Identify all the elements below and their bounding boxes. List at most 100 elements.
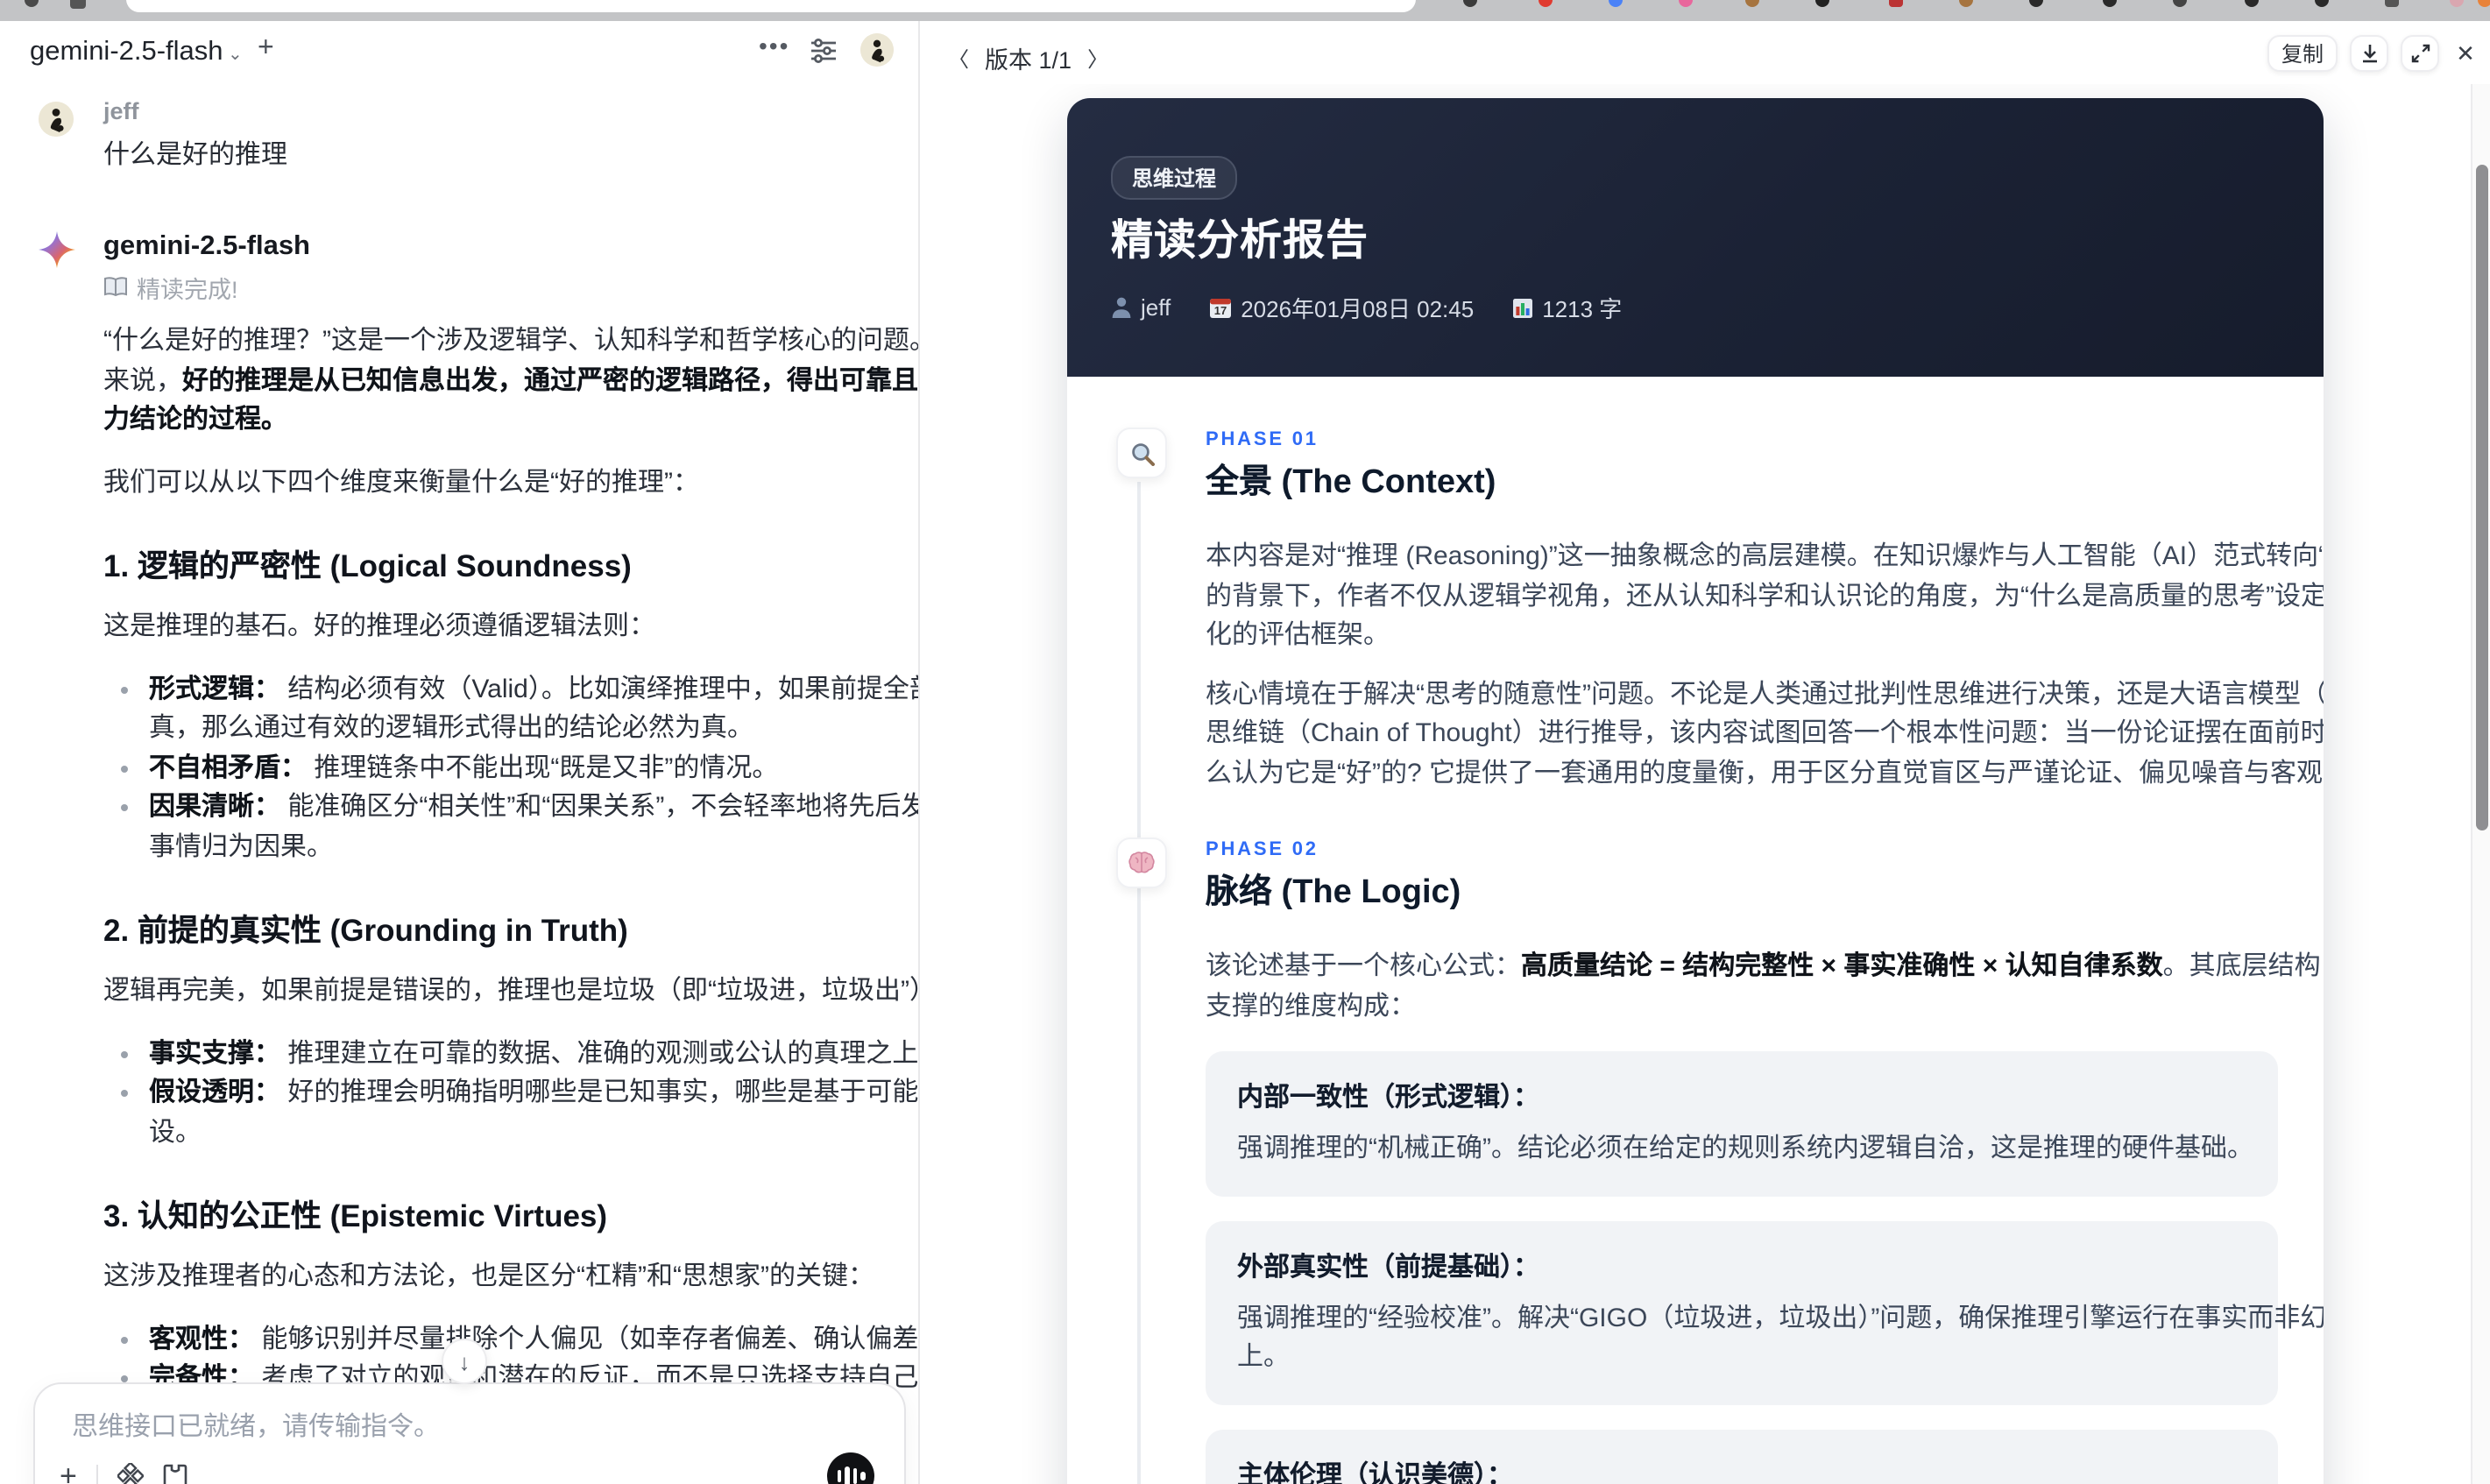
copy-button[interactable]: 复制	[2267, 35, 2338, 72]
dimension-card: 外部真实性（前提基础）： 强调推理的“经验校准”。解决“GIGO（垃圾进，垃圾出）…	[1206, 1220, 2324, 1404]
chat-header: gemini-2.5-flash ⌄ + •••	[0, 21, 918, 84]
report-document: 思维过程 精读分析报告 jeff 17 2026年01月08日 02:45 12…	[1067, 98, 2324, 1484]
list-item: 客观性： 能够识别并尽量排除个人偏见（如幸存者偏差、确认偏差）。	[103, 1320, 918, 1360]
chevron-down-icon[interactable]: ⌄	[228, 46, 243, 65]
extension-icon[interactable]	[1679, 0, 1693, 7]
preview-panel: 〈 版本 1/1 〉 复制 ✕ 思维过程 精读分析报告 jeff 17 2026…	[920, 21, 2490, 1484]
report-title: 精读分析报告	[1111, 217, 1369, 265]
browser-icon[interactable]	[25, 0, 39, 7]
text-line: 力结论的过程。	[103, 405, 288, 435]
user-message: jeff 什么是好的推理	[30, 98, 916, 172]
text-line: 事实支撑： 推理建立在可靠的数据、准确的观测或公认的真理之上。	[149, 1038, 920, 1068]
assistant-status: 精读完成!	[103, 270, 916, 305]
user-message-text: 什么是好的推理	[103, 140, 288, 170]
skills-icon[interactable]	[117, 1463, 144, 1484]
user-name: jeff	[103, 98, 139, 124]
section-heading: 3. 认知的公正性 (Epistemic Virtues)	[103, 1198, 608, 1233]
list-item: 形式逻辑： 结构必须有效（Valid）。比如演绎推理中，如果前提全部为 真，那么通…	[103, 670, 920, 749]
user-avatar[interactable]	[860, 33, 894, 67]
report-phase: PHASE 02 脉络 (The Logic) 该论述基于一个核心公式：高质量结论 …	[1116, 837, 2324, 1484]
text-line: 该论述基于一个核心公式：高质量结论 = 结构完整性 × 事实准确性 × 认知自律…	[1206, 951, 2324, 981]
address-bar[interactable]	[126, 0, 1416, 12]
version-pager: 〈 版本 1/1 〉	[948, 40, 1108, 75]
report-meta: jeff 17 2026年01月08日 02:45 1213 字	[1111, 291, 1622, 324]
scrollbar-track[interactable]	[2471, 77, 2490, 1484]
extension-icon[interactable]	[1609, 0, 1623, 7]
list-item: 因果清晰： 能准确区分“相关性”和“因果关系”，不会轻率地将先后发生的 事情归为因…	[103, 788, 918, 867]
text-line: 化的评估框架。	[1206, 620, 1390, 650]
chat-input[interactable]: 思维接口已就绪，请传输指令。	[72, 1407, 440, 1444]
extension-icon[interactable]	[2103, 0, 2117, 7]
person-icon	[1112, 297, 1131, 318]
brain-icon	[1116, 837, 1167, 888]
paragraph: “什么是好的推理？”这是一个涉及逻辑学、认知科学和哲学核心的问题。简单 来说，好的…	[103, 322, 920, 441]
model-selector[interactable]: gemini-2.5-flash	[30, 37, 223, 68]
chat-input-panel[interactable]: 思维接口已就绪，请传输指令。 +	[33, 1382, 906, 1484]
phase-timeline	[1137, 482, 1140, 1484]
close-button[interactable]: ✕	[2451, 37, 2479, 70]
voice-input-button[interactable]	[827, 1452, 874, 1484]
next-version-button[interactable]: 〉	[1087, 43, 1108, 73]
report-body: PHASE 01 全景 (The Context) 本内容是对“推理 (Reason…	[1067, 377, 2324, 1484]
extension-icon[interactable]	[1463, 0, 1477, 7]
phase-paragraphs: 该论述基于一个核心公式：高质量结论 = 结构完整性 × 事实准确性 × 认知自律…	[1206, 948, 2324, 1027]
scrollbar-thumb[interactable]	[2475, 165, 2487, 830]
text-line: 不自相矛盾： 推理链条中不能出现“既是又非”的情况。	[149, 753, 779, 782]
text-line: 设。	[149, 1117, 202, 1147]
author-meta: jeff	[1111, 294, 1171, 321]
report-hero: 思维过程 精读分析报告 jeff 17 2026年01月08日 02:45 12…	[1067, 98, 2324, 377]
card-title: 外部真实性（前提基础）：	[1237, 1252, 1540, 1282]
bullet-list: 形式逻辑： 结构必须有效（Valid）。比如演绎推理中，如果前提全部为 真，那么通…	[103, 670, 920, 867]
extension-icon[interactable]	[2385, 0, 2399, 7]
divider	[95, 1464, 98, 1484]
phase-title: 全景 (The Context)	[1206, 464, 1496, 501]
phase-label: PHASE 02	[1206, 839, 1319, 860]
extension-icon[interactable]	[1959, 0, 1973, 7]
svg-text:17: 17	[1214, 304, 1227, 317]
more-options-button[interactable]: •••	[759, 32, 789, 60]
assistant-message: gemini-2.5-flash 精读完成! “什么是好的推理？”这是一个涉及逻…	[30, 231, 920, 1484]
assistant-message-body: “什么是好的推理？”这是一个涉及逻辑学、认知科学和哲学核心的问题。简单 来说，好的…	[103, 322, 920, 1484]
extension-icon[interactable]	[1889, 0, 1903, 7]
download-button[interactable]	[2350, 35, 2388, 72]
extension-icon[interactable]	[2029, 0, 2043, 7]
extension-icon[interactable]	[1745, 0, 1759, 7]
extension-icon[interactable]	[2173, 0, 2187, 7]
text-line: 真，那么通过有效的逻辑形式得出的结论必然为真。	[149, 713, 754, 743]
text-line: 形式逻辑： 结构必须有效（Valid）。比如演绎推理中，如果前提全部为	[149, 674, 920, 703]
extension-icon[interactable]	[1539, 0, 1553, 7]
text-line: 逻辑再完美，如果前提是错误的，推理也是垃圾（即“垃圾进，垃圾出”）。	[103, 976, 920, 1006]
paragraph: 我们可以从以下四个维度来衡量什么是“好的推理”：	[103, 463, 916, 503]
expand-button[interactable]	[2401, 35, 2439, 72]
text-line: 假设透明： 好的推理会明确指明哪些是已知事实，哪些是基于可能的假	[149, 1078, 920, 1107]
prev-version-button[interactable]: 〈	[948, 43, 969, 73]
text-line: 思维链（Chain of Thought）进行推导，该内容试图回答一个根本性问题…	[1206, 718, 2324, 748]
attach-button[interactable]: +	[60, 1461, 77, 1484]
profile-avatar[interactable]	[2450, 0, 2464, 7]
phase-label: PHASE 01	[1206, 429, 1319, 450]
extension-icon[interactable]	[2315, 0, 2329, 7]
list-item: 假设透明： 好的推理会明确指明哪些是已知事实，哪些是基于可能的假 设。	[103, 1074, 920, 1153]
bullet-list: 事实支撑： 推理建立在可靠的数据、准确的观测或公认的真理之上。 假设透明： 好的推…	[103, 1035, 920, 1153]
report-badge: 思维过程	[1111, 156, 1238, 200]
apps-grid-icon[interactable]	[70, 0, 86, 9]
magnifier-icon	[1116, 428, 1167, 478]
dimension-card: 主体伦理（认识美德）：转向推理者的心理特征。引入奥卡姆剃刀和反向论证，旨在克服人…	[1206, 1429, 2278, 1484]
card-title: 内部一致性（形式逻辑）：	[1237, 1083, 1540, 1113]
text-line: 强调推理的“经验校准”。解决“GIGO（垃圾进，垃圾出）”问题，确保推理引擎运行…	[1237, 1303, 2324, 1332]
settings-sliders-icon[interactable]	[810, 37, 838, 65]
extension-icon[interactable]	[1815, 0, 1829, 7]
preview-header: 〈 版本 1/1 〉 复制 ✕	[920, 21, 2490, 84]
text-line: “什么是好的推理？”这是一个涉及逻辑学、认知科学和哲学核心的问题。简单	[103, 326, 920, 356]
extension-icon[interactable]	[2245, 0, 2259, 7]
text-line: 上。	[1237, 1342, 1291, 1372]
assistant-name: gemini-2.5-flash	[103, 231, 310, 261]
extension-icon[interactable]	[2478, 0, 2490, 7]
bar-chart-icon	[1513, 298, 1533, 317]
scroll-to-bottom-button[interactable]: ↓	[442, 1339, 487, 1384]
paragraph: 该论述基于一个核心公式：高质量结论 = 结构完整性 × 事实准确性 × 认知自律…	[1206, 948, 2324, 1027]
text-line: 这涉及推理者的心态和方法论，也是区分“杠精”和“思想家”的关键：	[103, 1261, 874, 1291]
bookmark-icon[interactable]	[163, 1463, 187, 1484]
new-chat-button[interactable]: +	[258, 33, 274, 65]
download-icon	[2362, 45, 2376, 63]
